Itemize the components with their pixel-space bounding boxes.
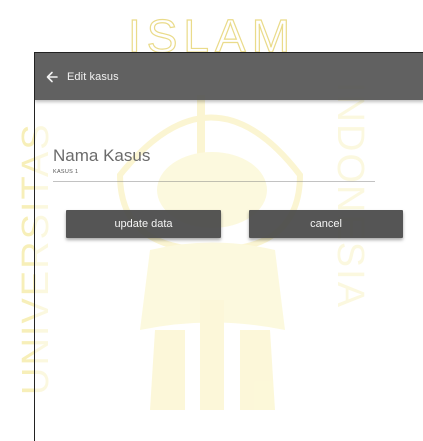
field-label: Nama Kasus — [53, 146, 151, 165]
app-screen: Edit kasus Nama Kasus KASUS 1 update dat… — [34, 52, 423, 441]
nama-kasus-field[interactable]: Nama Kasus KASUS 1 — [53, 147, 375, 182]
cancel-button[interactable]: cancel — [249, 210, 403, 238]
arrow-left-icon[interactable] — [45, 70, 59, 84]
field-value[interactable]: KASUS 1 — [53, 169, 375, 175]
field-underline — [53, 181, 375, 182]
page-title: Edit kasus — [67, 70, 119, 83]
update-data-button[interactable]: update data — [66, 210, 221, 238]
app-bar: Edit kasus — [35, 53, 423, 100]
screenshot-page: ISLAM UNIVERSITAS INDONESIA Edit kasus N — [0, 0, 423, 441]
